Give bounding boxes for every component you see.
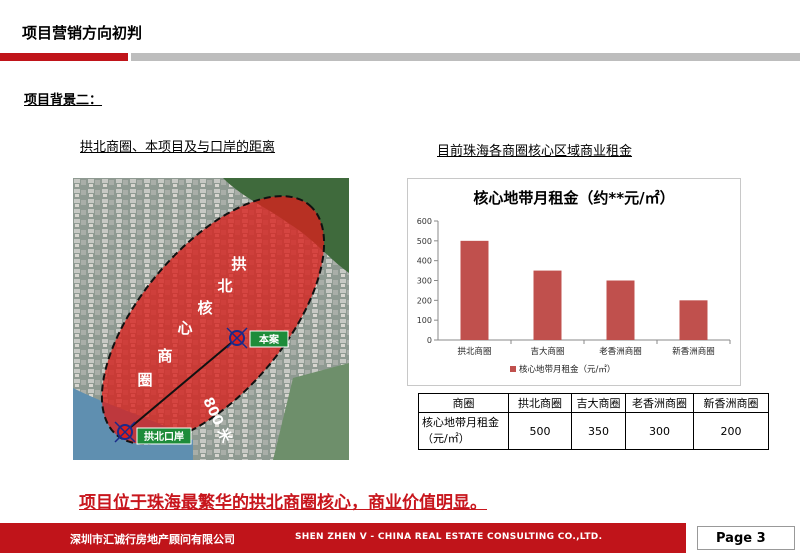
header-divider-bar — [131, 53, 800, 61]
legend-swatch — [510, 366, 516, 372]
rent-table: 商圈 拱北商圈 吉大商圈 老香洲商圈 新香洲商圈 核心地带月租金（元/㎡） 50… — [418, 393, 769, 450]
district-map: 拱 北 核 心 商 圈 800 米 本案 拱北口岸 — [73, 178, 349, 460]
y-tick-label: 400 — [417, 257, 432, 266]
x-tick-label: 吉大商圈 — [530, 346, 564, 357]
y-tick-label: 600 — [417, 217, 432, 226]
bar-1 — [533, 270, 562, 340]
table-cell: 300 — [625, 412, 694, 450]
chart-legend: 核心地带月租金（元/㎡） — [510, 364, 615, 375]
table-header-cell: 拱北商圈 — [508, 393, 572, 413]
zone-char: 拱 — [231, 255, 246, 273]
page-title: 项目营销方向初判 — [22, 24, 143, 42]
table-header-row: 商圈 拱北商圈 吉大商圈 老香洲商圈 新香洲商圈 — [418, 393, 769, 413]
conclusion-text: 项目位于珠海最繁华的拱北商圈核心，商业价值明显。 — [79, 493, 487, 513]
zone-char: 商 — [157, 347, 172, 365]
bar-2 — [606, 280, 635, 340]
zone-char: 北 — [217, 277, 232, 295]
y-tick-label: 100 — [417, 316, 432, 325]
chart-bars — [460, 240, 708, 340]
zone-char: 圈 — [137, 371, 152, 389]
bar-3 — [679, 300, 708, 340]
bar-0 — [460, 240, 489, 340]
legend-label: 核心地带月租金（元/㎡） — [519, 364, 615, 375]
port-pin — [114, 421, 136, 443]
map-caption: 拱北商圈、本项目及与口岸的距离 — [80, 140, 276, 155]
footer-company: 深圳市汇诚行房地产顾问有限公司 — [70, 533, 235, 546]
zone-char: 核 — [197, 299, 212, 317]
section-subtitle: 项目背景二： — [24, 93, 103, 108]
y-tick-label: 500 — [417, 237, 432, 246]
rent-chart-svg: 核心地带月租金（约**元/㎡） 600 500 400 300 200 100 0 拱北商圈 吉… — [417, 189, 731, 375]
table-header-cell: 吉大商圈 — [571, 393, 626, 413]
y-tick-label: 0 — [427, 336, 432, 345]
chart-title: 核心地带月租金（约**元/㎡） — [473, 189, 674, 207]
table-cell: 200 — [693, 412, 769, 450]
page-number: Page 3 — [716, 531, 766, 546]
x-tick-label: 新香洲商圈 — [672, 346, 715, 357]
chart-caption: 目前珠海各商圈核心区域商业租金 — [437, 144, 633, 159]
port-label: 拱北口岸 — [144, 430, 184, 443]
table-row-label: 核心地带月租金（元/㎡） — [418, 412, 509, 450]
table-cell: 500 — [508, 412, 572, 450]
rent-chart: 核心地带月租金（约**元/㎡） 600 500 400 300 200 100 0 拱北商圈 吉… — [407, 178, 741, 386]
y-tick-label: 300 — [417, 277, 432, 286]
table-cell: 350 — [571, 412, 626, 450]
project-pin — [226, 327, 248, 349]
project-label: 本案 — [259, 333, 280, 346]
zone-char: 心 — [177, 319, 192, 337]
table-row: 核心地带月租金（元/㎡） 500 350 300 200 — [418, 412, 769, 450]
y-tick-label: 200 — [417, 296, 432, 305]
x-tick-label: 拱北商圈 — [457, 346, 491, 357]
x-tick-label: 老香洲商圈 — [599, 346, 642, 357]
table-header-cell: 新香洲商圈 — [693, 393, 769, 413]
table-header-cell: 商圈 — [418, 393, 509, 413]
table-header-cell: 老香洲商圈 — [625, 393, 694, 413]
header-accent-bar — [0, 53, 128, 61]
footer-english-name: SHEN ZHEN V - CHINA REAL ESTATE CONSULTI… — [295, 532, 603, 542]
